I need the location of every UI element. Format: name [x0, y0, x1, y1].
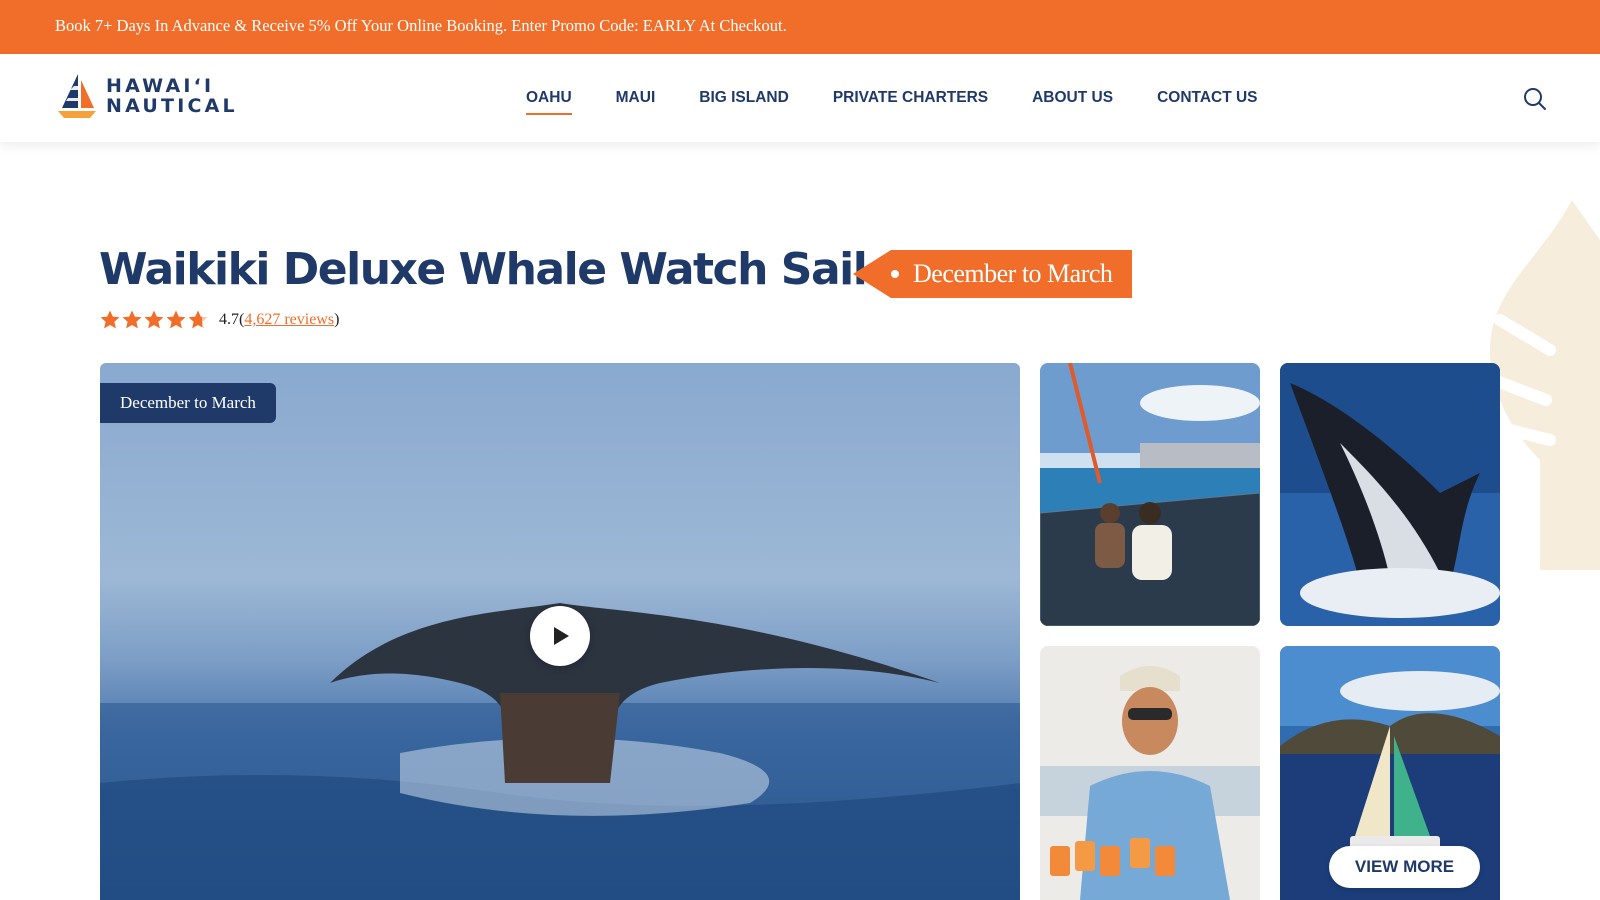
rating-value: 4.7 — [219, 311, 239, 328]
search-button[interactable] — [1522, 86, 1548, 112]
site-logo[interactable]: HAWAI‘I NAUTICAL — [56, 72, 238, 120]
star-icon — [122, 310, 142, 329]
nav-item-maui[interactable]: MAUI — [616, 89, 656, 107]
reviews-close-paren: ) — [334, 311, 340, 328]
gallery-thumb-breaching-whale[interactable] — [1280, 363, 1500, 626]
search-icon — [1524, 88, 1546, 110]
nav-item-private-charters[interactable]: PRIVATE CHARTERS — [833, 89, 988, 107]
nav-item-oahu[interactable]: OAHU — [526, 89, 572, 115]
play-icon — [554, 627, 569, 645]
bullet-dot-icon — [891, 270, 899, 278]
gallery-thumb-catamaran-net[interactable] — [1040, 363, 1260, 626]
season-tag: December to March — [853, 250, 1133, 298]
promo-bar: Book 7+ Days In Advance & Receive 5% Off… — [0, 0, 1600, 54]
star-icon — [100, 310, 120, 329]
logo-line-2: NAUTICAL — [106, 95, 238, 117]
site-header: HAWAI‘I NAUTICAL OAHU MAUI BIG ISLAND PR… — [0, 54, 1600, 142]
promo-text: Book 7+ Days In Advance & Receive 5% Off… — [55, 16, 787, 35]
sailboat-logo-icon — [58, 74, 96, 118]
logo-wordmark: HAWAI‘I NAUTICAL — [106, 76, 238, 116]
page-title: Waikiki Deluxe Whale Watch Sail — [99, 244, 868, 295]
reviews-link[interactable]: 4,627 reviews — [244, 311, 334, 329]
view-more-button[interactable]: VIEW MORE — [1329, 846, 1480, 888]
season-tag-text: December to March — [913, 259, 1113, 288]
star-icon — [144, 310, 164, 329]
logo-line-1: HAWAI‘I — [106, 75, 215, 97]
star-rating — [99, 309, 209, 331]
star-icon — [166, 310, 186, 329]
play-video-button[interactable] — [530, 606, 590, 666]
rating-row: 4.7 ( 4,627 reviews ) — [99, 309, 339, 331]
nav-item-big-island[interactable]: BIG ISLAND — [699, 89, 789, 107]
main-nav: OAHU MAUI BIG ISLAND PRIVATE CHARTERS AB… — [526, 54, 1302, 142]
hero-season-badge: December to March — [100, 383, 276, 423]
gallery-thumb-crew-drinks[interactable] — [1040, 646, 1260, 900]
season-tag-body: December to March — [891, 250, 1133, 298]
nav-item-contact-us[interactable]: CONTACT US — [1157, 89, 1257, 107]
star-icon — [188, 310, 208, 329]
nav-item-about-us[interactable]: ABOUT US — [1032, 89, 1113, 107]
season-tag-arrow — [853, 250, 891, 298]
